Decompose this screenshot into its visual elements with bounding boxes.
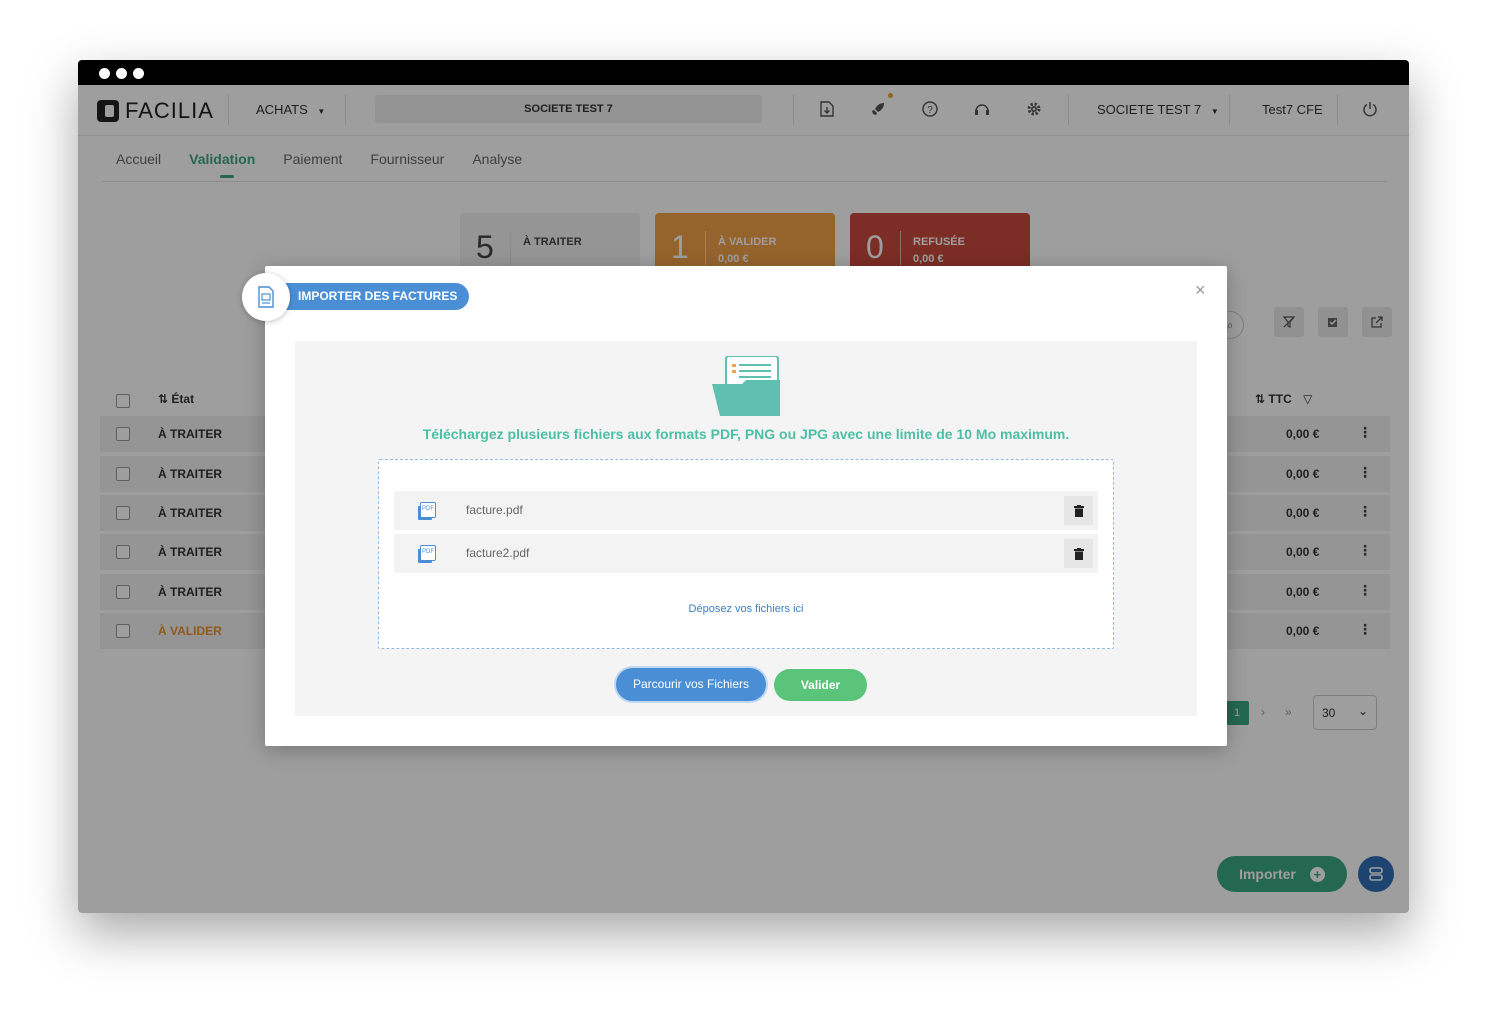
folder-icon bbox=[712, 356, 780, 416]
window-control-dot[interactable] bbox=[99, 68, 110, 79]
validate-button[interactable]: Valider bbox=[774, 669, 867, 701]
file-name: facture.pdf bbox=[466, 503, 523, 517]
file-name: facture2.pdf bbox=[466, 546, 530, 560]
file-list-item: PDF facture.pdf bbox=[394, 491, 1098, 530]
window-titlebar bbox=[78, 60, 1409, 85]
upload-instructions: Téléchargez plusieurs fichiers aux forma… bbox=[422, 426, 1070, 442]
window-control-dot[interactable] bbox=[133, 68, 144, 79]
modal-title: IMPORTER DES FACTURES bbox=[266, 283, 469, 310]
browse-files-button[interactable]: Parcourir vos Fichiers bbox=[616, 668, 766, 701]
file-list-item: PDF facture2.pdf bbox=[394, 534, 1098, 573]
dropzone-hint: Déposez vos fichiers ici bbox=[688, 603, 804, 615]
trash-icon bbox=[1073, 504, 1084, 517]
invoice-document-icon bbox=[258, 286, 274, 308]
trash-icon bbox=[1073, 547, 1084, 560]
close-icon[interactable]: × bbox=[1195, 280, 1206, 301]
modal-header-icon bbox=[242, 273, 290, 321]
pdf-file-icon: PDF bbox=[420, 545, 436, 561]
delete-file-button[interactable] bbox=[1064, 496, 1093, 525]
window-control-dot[interactable] bbox=[116, 68, 127, 79]
pdf-file-icon: PDF bbox=[420, 502, 436, 518]
delete-file-button[interactable] bbox=[1064, 539, 1093, 568]
